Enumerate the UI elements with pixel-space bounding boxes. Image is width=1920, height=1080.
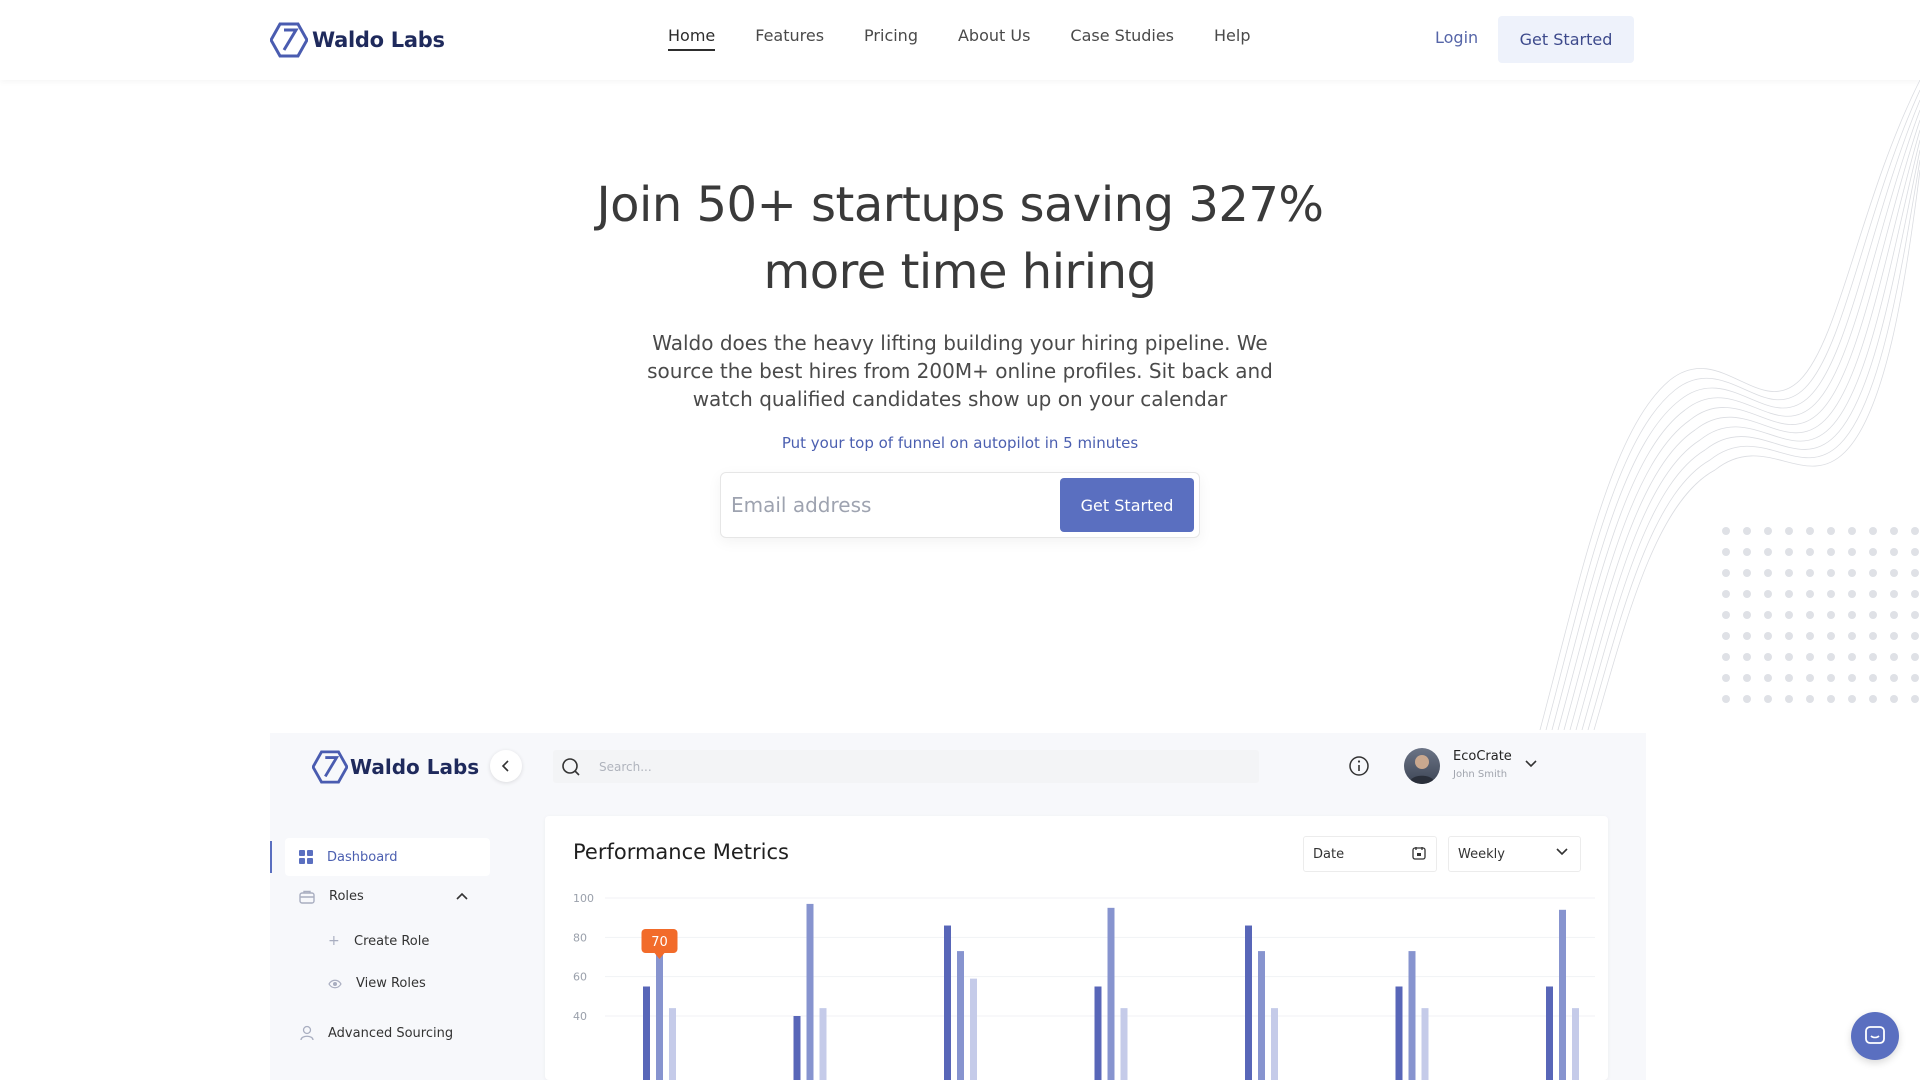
nav-links: Home Features Pricing About Us Case Stud…: [668, 26, 1291, 51]
plus-icon: +: [328, 933, 340, 949]
chart-bar[interactable]: [944, 925, 951, 1080]
user-icon: [300, 1025, 314, 1041]
chart-bar[interactable]: [970, 978, 977, 1080]
chart-bar[interactable]: [793, 1016, 801, 1080]
chart-bar[interactable]: [1094, 986, 1102, 1080]
chart-bar[interactable]: [1258, 951, 1265, 1080]
sidebar-item-roles[interactable]: Roles: [299, 889, 489, 904]
y-tick-label: 100: [573, 892, 594, 905]
briefcase-icon: [299, 890, 315, 904]
chart-bar[interactable]: [1120, 1008, 1128, 1080]
search-icon: [562, 757, 580, 776]
sidebar-item-label: Dashboard: [327, 849, 398, 865]
chat-icon: [1865, 1026, 1885, 1044]
chart-bar[interactable]: [957, 951, 964, 1080]
search-placeholder: Search...: [599, 759, 652, 774]
y-tick-label: 60: [573, 971, 587, 984]
nav-link-about-us[interactable]: About Us: [958, 26, 1030, 51]
chart-bar[interactable]: [1395, 986, 1403, 1080]
sidebar-item-label: View Roles: [356, 976, 426, 991]
chart-bar[interactable]: [1546, 986, 1553, 1080]
nav-link-features[interactable]: Features: [755, 26, 824, 51]
sidebar-item-label: Advanced Sourcing: [328, 1025, 454, 1041]
chart-bar[interactable]: [1245, 925, 1252, 1080]
performance-metrics-card: Performance Metrics Date Weekly 100 80 60 4…: [545, 816, 1608, 1080]
decorative-dot-grid: [1722, 527, 1919, 703]
dashboard-logo[interactable]: Waldo Labs: [312, 750, 479, 784]
period-label: Weekly: [1458, 846, 1505, 862]
email-signup-form: Get Started: [720, 472, 1200, 538]
collapse-sidebar-button[interactable]: [490, 750, 522, 782]
chevron-down-icon[interactable]: [1524, 759, 1538, 769]
info-icon[interactable]: [1348, 755, 1370, 777]
get-started-nav-button[interactable]: Get Started: [1498, 16, 1634, 63]
chart-bar[interactable]: [1572, 1008, 1579, 1080]
grid-icon: [299, 850, 313, 864]
login-link[interactable]: Login: [1435, 28, 1478, 47]
nav-link-help[interactable]: Help: [1214, 26, 1250, 51]
date-picker[interactable]: Date: [1303, 836, 1437, 872]
chart-bar[interactable]: [1559, 909, 1566, 1080]
email-input[interactable]: [731, 483, 1051, 527]
chart-bar[interactable]: [1107, 907, 1115, 1080]
chat-widget-button[interactable]: [1851, 1012, 1899, 1060]
hexagon-logo-icon: [312, 750, 348, 784]
chart-bar[interactable]: [669, 1008, 676, 1080]
hero-tagline: Put your top of funnel on autopilot in 5…: [781, 434, 1139, 452]
hero-title-line1: Join 50+ startups saving 327%: [596, 177, 1324, 233]
chevron-up-icon[interactable]: [455, 891, 469, 901]
account-user-name: John Smith: [1453, 769, 1508, 780]
hexagon-logo-icon: [270, 22, 308, 58]
landing-page: Waldo Labs Home Features Pricing About U…: [0, 0, 1920, 1080]
card-title: Performance Metrics: [573, 840, 789, 864]
chart-bar[interactable]: [643, 986, 650, 1080]
chart-bar[interactable]: [656, 951, 663, 1080]
chevron-down-icon: [1556, 848, 1568, 856]
tooltip-value: 70: [651, 935, 668, 950]
account-company: EcoCrate: [1453, 749, 1512, 764]
sidebar-item-label: Roles: [329, 889, 364, 904]
chart-bar[interactable]: [806, 903, 814, 1080]
dashboard-search[interactable]: Search...: [553, 750, 1259, 783]
hero-subtitle: Waldo does the heavy lifting building yo…: [647, 331, 1273, 411]
eye-icon: [328, 979, 342, 988]
get-started-button[interactable]: Get Started: [1060, 478, 1194, 532]
performance-bar-chart: 100 80 60 40 70: [573, 892, 1595, 1080]
sidebar-item-label: Create Role: [354, 933, 430, 949]
calendar-icon: [1412, 847, 1426, 860]
dashboard-brand-name: Waldo Labs: [350, 755, 480, 779]
active-marker: [270, 841, 272, 873]
chart-bar[interactable]: [819, 1008, 827, 1080]
chart-bar[interactable]: [1421, 1008, 1429, 1080]
period-select[interactable]: Weekly: [1448, 836, 1581, 872]
nav-link-pricing[interactable]: Pricing: [864, 26, 918, 51]
chart-bar[interactable]: [1408, 951, 1416, 1080]
avatar[interactable]: [1404, 748, 1440, 784]
brand-name: Waldo Labs: [312, 28, 445, 52]
nav-link-home[interactable]: Home: [668, 26, 716, 51]
sidebar-item-create-role[interactable]: + Create Role: [328, 933, 429, 949]
user-photo-icon: [1409, 755, 1435, 784]
sidebar-item-view-roles[interactable]: View Roles: [328, 976, 426, 991]
y-tick-label: 40: [573, 1010, 587, 1023]
y-tick-label: 80: [573, 931, 587, 944]
dashboard-sidebar: Waldo Labs Dashboard Roles + Create Role…: [270, 733, 505, 1080]
dashboard-preview: Waldo Labs Dashboard Roles + Create Role…: [270, 733, 1646, 1080]
sidebar-item-dashboard[interactable]: Dashboard: [285, 838, 490, 876]
top-navbar: Waldo Labs Home Features Pricing About U…: [0, 0, 1920, 80]
nav-link-case-studies[interactable]: Case Studies: [1070, 26, 1174, 51]
chart-bar[interactable]: [1271, 1008, 1278, 1080]
date-label: Date: [1313, 846, 1345, 862]
brand-logo[interactable]: Waldo Labs: [270, 22, 445, 58]
value-tooltip: 70: [641, 929, 678, 959]
sidebar-item-advanced-sourcing[interactable]: Advanced Sourcing: [300, 1025, 453, 1041]
chevron-left-icon: [501, 760, 509, 772]
hero-title-line2: more time hiring: [763, 244, 1157, 300]
hero-title: Join 50+ startups saving 327% more time …: [560, 172, 1360, 306]
